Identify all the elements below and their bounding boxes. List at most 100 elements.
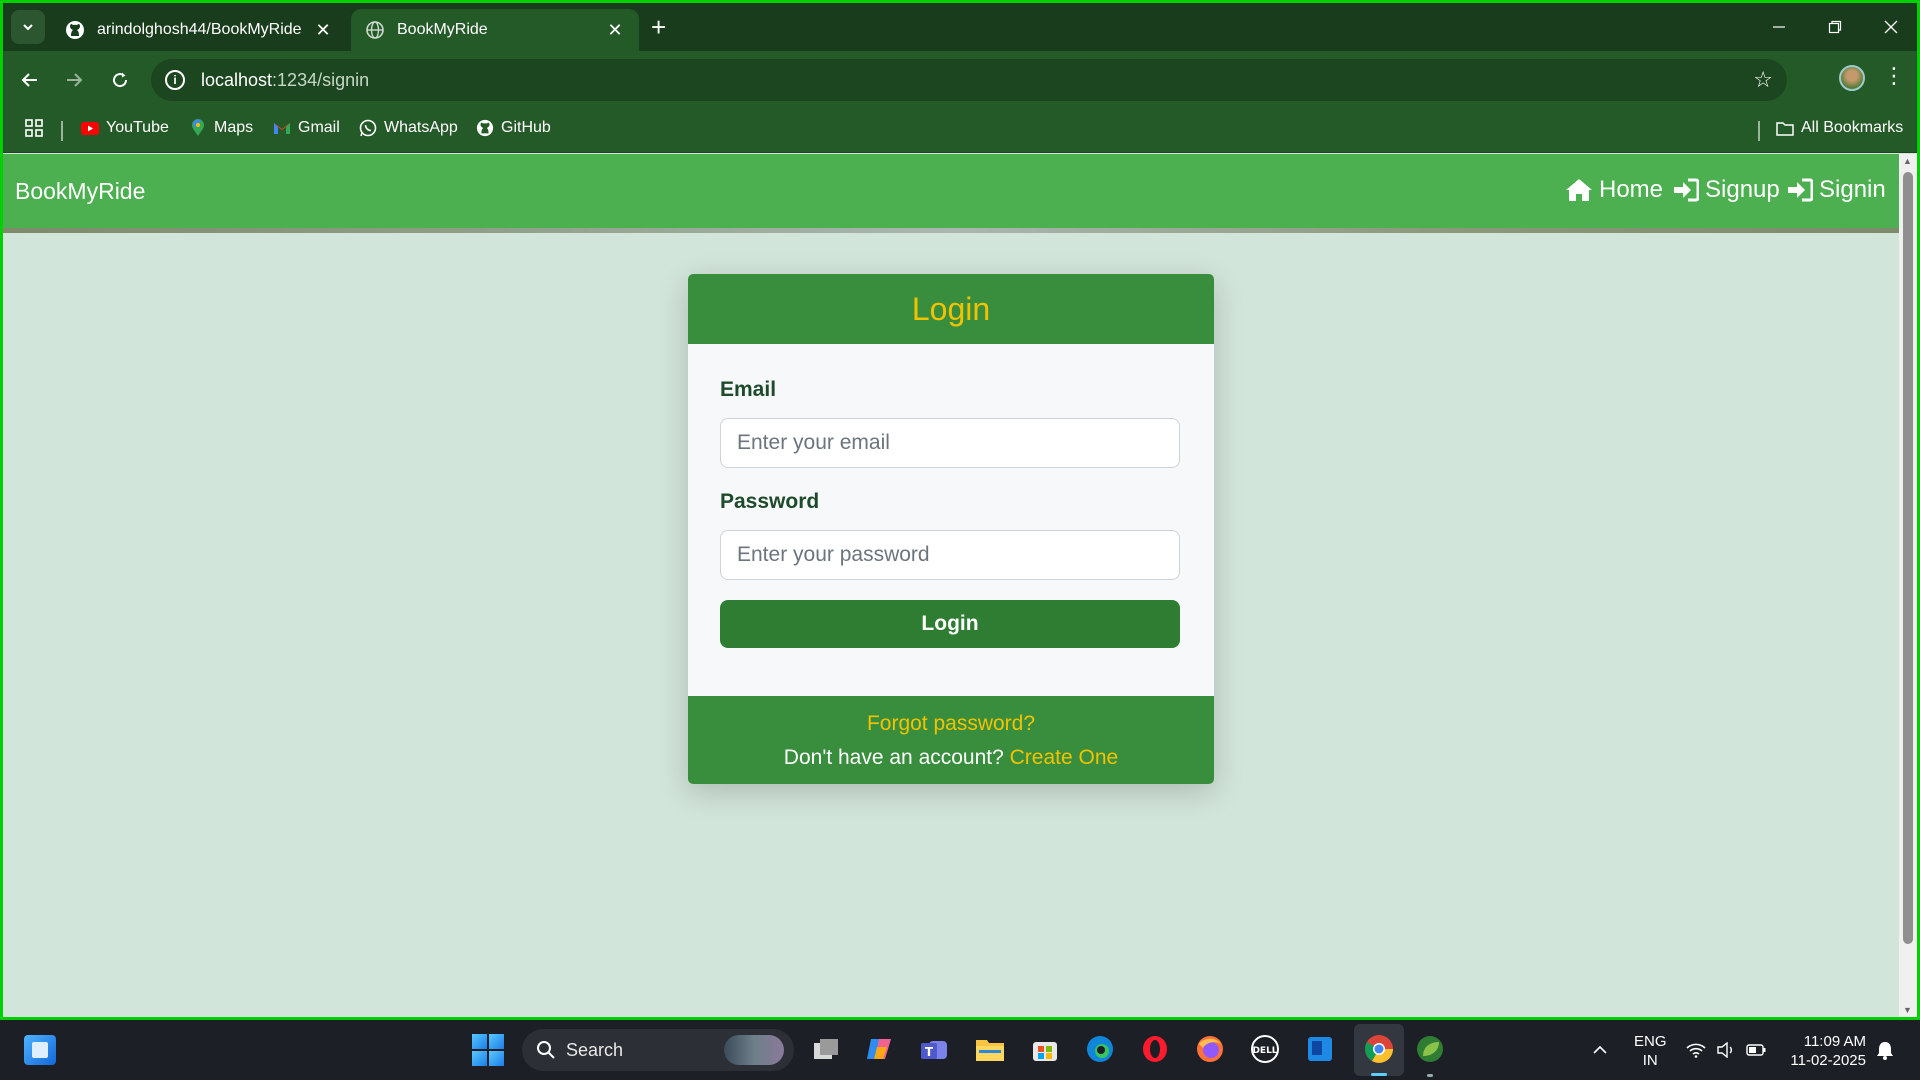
copilot-icon[interactable] (862, 1031, 898, 1067)
new-tab-button[interactable]: + (651, 13, 666, 41)
active-app-indicator (1371, 1073, 1387, 1076)
taskbar-search[interactable]: Search (522, 1029, 794, 1071)
svg-text:T: T (925, 1045, 934, 1059)
site-brand[interactable]: BookMyRide (15, 178, 145, 205)
login-title: Login (688, 274, 1214, 344)
clock[interactable]: 11:09 AM 11-02-2025 (1782, 1032, 1866, 1070)
language-indicator[interactable]: ENG IN (1634, 1032, 1667, 1070)
globe-icon (365, 20, 385, 40)
minimize-icon[interactable] (1751, 3, 1807, 51)
email-field[interactable]: Enter your email (720, 418, 1180, 468)
site-info-icon[interactable]: i (165, 70, 185, 90)
scroll-down-icon[interactable]: ▼ (1903, 1005, 1912, 1015)
widgets-icon[interactable] (24, 1035, 56, 1065)
all-bookmarks-label: All Bookmarks (1801, 119, 1904, 136)
nav-label: Home (1599, 176, 1664, 203)
youtube-icon (81, 119, 99, 137)
page-viewport: BookMyRide Home Signup Signin Login Emai… (3, 154, 1899, 1017)
teams-icon[interactable]: T (916, 1031, 952, 1067)
tab-github[interactable]: arindolghosh44/BookMyRide ✕ (51, 9, 347, 51)
tab-title: arindolghosh44/BookMyRide (97, 21, 302, 38)
login-button[interactable]: Login (720, 600, 1180, 648)
start-tile (489, 1051, 504, 1066)
bookmark-label: Gmail (298, 119, 340, 136)
no-account-text: Don't have an account? (783, 746, 1004, 769)
start-tile (472, 1034, 487, 1049)
taskbar: Search T DELL ENG IN 11:09 AM 11-02-2025 (0, 1020, 1920, 1080)
battery-icon[interactable] (1746, 1020, 1766, 1080)
forward-icon[interactable] (57, 63, 91, 97)
firefox-icon[interactable] (1192, 1031, 1228, 1067)
browser-window: arindolghosh44/BookMyRide ✕ BookMyRide ✕… (3, 3, 1917, 1017)
email-label: Email (720, 378, 777, 401)
show-hidden-icons[interactable] (1592, 1020, 1608, 1080)
bookmark-maps[interactable]: Maps (189, 119, 253, 137)
address-bar[interactable]: i localhost:1234/signin ☆ (151, 59, 1787, 101)
nav-label: Signup (1705, 176, 1780, 203)
search-label: Search (566, 1039, 624, 1060)
url-path: :1234/signin (272, 69, 370, 90)
notification-bell-icon[interactable] (1876, 1020, 1894, 1080)
bookmark-whatsapp[interactable]: WhatsApp (359, 119, 458, 137)
scrollbar-thumb[interactable] (1903, 172, 1913, 944)
url-text: localhost:1234/signin (201, 70, 369, 91)
close-icon[interactable]: ✕ (605, 20, 625, 41)
bookmark-star-icon[interactable]: ☆ (1753, 67, 1773, 93)
page-scrollbar[interactable]: ▲ ▼ (1899, 154, 1917, 1017)
bookmarks-bar: YouTube Maps Gmail WhatsApp GitHub All B… (3, 109, 1917, 153)
gmail-icon (273, 119, 291, 137)
bookmark-label: Maps (214, 119, 254, 136)
chrome-icon[interactable] (1361, 1031, 1397, 1067)
bookmark-gmail[interactable]: Gmail (273, 119, 340, 137)
nav-signin[interactable]: Signin (1787, 176, 1886, 204)
task-view-icon[interactable] (808, 1031, 844, 1067)
opera-icon[interactable] (1137, 1031, 1173, 1067)
file-explorer-icon[interactable] (972, 1031, 1008, 1067)
close-icon[interactable]: ✕ (313, 20, 333, 41)
github-icon (476, 119, 494, 137)
volume-icon[interactable] (1716, 1020, 1736, 1080)
region-code: IN (1642, 1052, 1658, 1069)
wifi-icon[interactable] (1686, 1020, 1706, 1080)
tab-title: BookMyRide (397, 21, 488, 38)
navbar-shadow-strip (3, 228, 1899, 233)
edge-icon[interactable] (1082, 1031, 1118, 1067)
reload-icon[interactable] (103, 63, 137, 97)
back-icon[interactable] (13, 63, 47, 97)
nav-label: Signin (1819, 176, 1886, 203)
login-card-footer: Forgot password? Don't have an account? … (688, 696, 1214, 784)
apps-icon[interactable] (25, 119, 43, 137)
menu-icon[interactable]: ⋮ (1883, 63, 1905, 89)
sign-in-icon (1788, 178, 1813, 202)
svg-text:DELL: DELL (1252, 1046, 1277, 1056)
password-field[interactable]: Enter your password (720, 530, 1180, 580)
create-account-link[interactable]: Create One (1010, 746, 1119, 769)
github-icon (65, 20, 85, 40)
forgot-password-link[interactable]: Forgot password? (688, 712, 1214, 736)
tab-search-button[interactable] (11, 10, 45, 44)
bookmark-separator (1758, 121, 1760, 141)
site-navbar: BookMyRide Home Signup Signin (3, 154, 1899, 233)
all-bookmarks[interactable]: All Bookmarks (1776, 119, 1903, 137)
app-window-icon[interactable] (1302, 1031, 1338, 1067)
password-label: Password (720, 490, 820, 513)
nav-signup[interactable]: Signup (1673, 176, 1780, 204)
home-icon (1566, 179, 1592, 201)
start-button[interactable] (472, 1034, 504, 1066)
microsoft-store-icon[interactable] (1027, 1031, 1063, 1067)
restore-icon[interactable] (1807, 3, 1863, 51)
tab-bookmyride[interactable]: BookMyRide ✕ (351, 9, 639, 51)
app-leaf-icon[interactable] (1412, 1031, 1448, 1067)
bookmark-label: GitHub (501, 119, 551, 136)
nav-home[interactable]: Home (1565, 176, 1663, 204)
close-window-icon[interactable] (1863, 3, 1917, 51)
dell-icon[interactable]: DELL (1247, 1031, 1283, 1067)
browser-toolbar: i localhost:1234/signin ☆ ⋮ (3, 51, 1917, 109)
language-code: ENG (1634, 1033, 1667, 1050)
search-highlight-image (724, 1035, 784, 1065)
scroll-up-icon[interactable]: ▲ (1903, 156, 1912, 166)
sign-in-icon (1674, 178, 1699, 202)
bookmark-youtube[interactable]: YouTube (81, 119, 169, 137)
bookmark-github[interactable]: GitHub (476, 119, 551, 137)
profile-avatar[interactable] (1839, 65, 1865, 91)
